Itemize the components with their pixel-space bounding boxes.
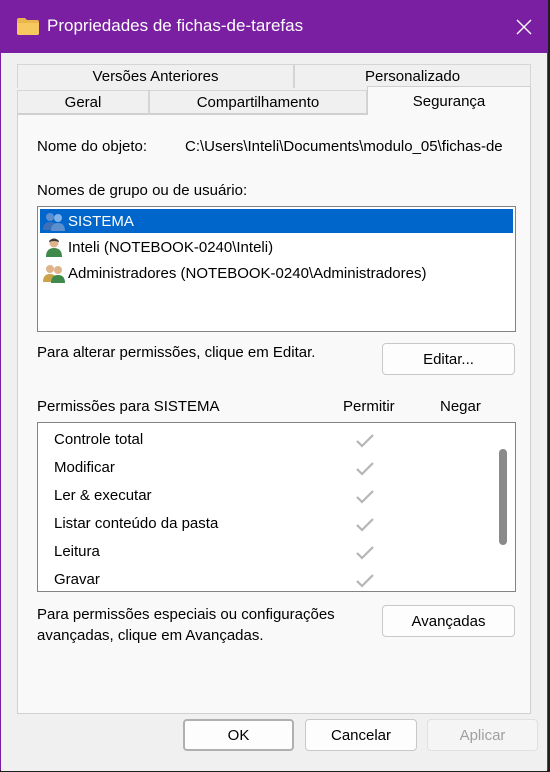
folder-icon — [17, 18, 39, 35]
cancel-button-label: Cancelar — [330, 726, 392, 744]
advanced-hint-line2: avançadas, clique em Avançadas. — [37, 627, 264, 644]
groups-listbox[interactable]: SISTEMA Inteli (NOTEBOOK-0240\Inteli) Ad… — [37, 206, 516, 332]
permissions-list[interactable]: Controle total Modificar Ler & executar … — [37, 422, 516, 592]
advanced-button[interactable]: Avançadas — [382, 605, 515, 637]
tab-label: Versões Anteriores — [92, 68, 219, 85]
list-item-label: SISTEMA — [68, 212, 134, 230]
permission-row: Modificar — [54, 453, 115, 481]
permission-name: Ler & executar — [54, 486, 152, 504]
edit-button-label: Editar... — [423, 350, 474, 368]
ok-button[interactable]: OK — [183, 719, 294, 751]
advanced-hint-line1: Para permissões especiais ou configuraçõ… — [37, 606, 335, 623]
tab-seguranca[interactable]: Segurança — [367, 86, 531, 115]
permissions-title: Permissões para SISTEMA — [37, 398, 220, 415]
permission-row: Ler & executar — [54, 481, 152, 509]
admin-users-icon — [43, 265, 65, 283]
allow-header: Permitir — [343, 398, 395, 415]
deny-header: Negar — [440, 398, 481, 415]
permission-name: Leitura — [54, 542, 100, 560]
permission-row: Controle total — [54, 425, 143, 453]
list-item[interactable]: SISTEMA — [40, 209, 513, 233]
permission-row: Listar conteúdo da pasta — [54, 509, 218, 537]
dialog-content: Versões Anteriores Personalizado Geral C… — [1, 53, 547, 771]
cancel-button[interactable]: Cancelar — [305, 719, 417, 751]
group-users-icon — [43, 213, 65, 231]
permission-name: Modificar — [54, 458, 115, 476]
tab-personalizado[interactable]: Personalizado — [294, 64, 531, 88]
allow-check-icon — [356, 546, 374, 560]
tab-label: Segurança — [412, 92, 486, 110]
title-bar[interactable]: Propriedades de fichas-de-tarefas — [1, 1, 547, 53]
tab-label: Geral — [64, 93, 102, 111]
tab-geral[interactable]: Geral — [17, 90, 149, 114]
ok-button-label: OK — [227, 726, 250, 744]
permission-row: Leitura — [54, 537, 100, 565]
allow-check-icon — [356, 490, 374, 504]
tab-label: Compartilhamento — [196, 93, 320, 111]
list-item[interactable]: Inteli (NOTEBOOK-0240\Inteli) — [40, 235, 273, 259]
apply-button[interactable]: Aplicar — [427, 719, 538, 751]
tab-compartilhamento[interactable]: Compartilhamento — [149, 90, 367, 114]
edit-hint: Para alterar permissões, clique em Edita… — [37, 344, 316, 361]
apply-button-label: Aplicar — [459, 726, 506, 744]
properties-dialog: Propriedades de fichas-de-tarefas Versõe… — [0, 0, 548, 771]
security-panel: Nome do objeto: C:\Users\Inteli\Document… — [17, 114, 531, 714]
allow-check-icon — [356, 462, 374, 476]
permission-name: Controle total — [54, 430, 144, 448]
permissions-scrollbar[interactable] — [499, 449, 507, 545]
edit-button[interactable]: Editar... — [382, 343, 515, 375]
object-name-value: C:\Users\Inteli\Documents\modulo_05\fich… — [185, 138, 503, 155]
permission-name: Gravar — [54, 570, 100, 588]
window-title: Propriedades de fichas-de-tarefas — [47, 16, 304, 35]
user-icon — [46, 238, 62, 257]
permission-row: Gravar — [54, 565, 100, 591]
permission-name: Listar conteúdo da pasta — [54, 514, 219, 532]
allow-check-icon — [356, 518, 374, 532]
list-item-label: Inteli (NOTEBOOK-0240\Inteli) — [68, 238, 274, 256]
tab-label: Personalizado — [364, 68, 461, 85]
allow-check-icon — [356, 574, 374, 588]
list-item[interactable]: Administradores (NOTEBOOK-0240\Administr… — [40, 261, 426, 285]
tab-versoes-anteriores[interactable]: Versões Anteriores — [17, 64, 294, 88]
allow-check-icon — [356, 434, 374, 448]
list-item-label: Administradores (NOTEBOOK-0240\Administr… — [68, 264, 427, 282]
object-name-label: Nome do objeto: — [37, 138, 148, 155]
groups-label: Nomes de grupo ou de usuário: — [37, 182, 248, 199]
close-icon — [516, 19, 532, 35]
close-button[interactable] — [501, 1, 547, 53]
advanced-button-label: Avançadas — [411, 612, 486, 630]
